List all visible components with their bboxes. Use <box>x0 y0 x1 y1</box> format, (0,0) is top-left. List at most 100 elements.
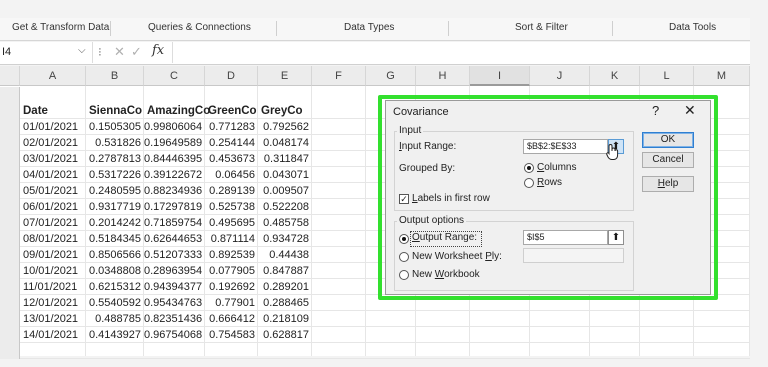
value-cell[interactable]: 0.4143927 <box>86 327 141 343</box>
ribbon-group-data-types[interactable]: Data Types <box>344 22 394 33</box>
row-header[interactable] <box>0 151 20 167</box>
value-cell[interactable]: 0.6215312 <box>86 279 141 295</box>
value-cell[interactable]: 0.77901 <box>205 295 255 311</box>
value-cell[interactable]: 0.525738 <box>205 199 255 215</box>
value-cell[interactable]: 0.84446395 <box>144 151 202 167</box>
grouped-columns-radio[interactable] <box>524 163 534 173</box>
row-header[interactable] <box>0 215 20 231</box>
row-header[interactable] <box>0 103 20 119</box>
name-box[interactable]: I4 ⌵ <box>0 42 93 63</box>
row-header[interactable] <box>0 119 20 135</box>
value-cell[interactable]: 0.192692 <box>205 279 255 295</box>
value-cell[interactable]: 0.043071 <box>258 167 309 183</box>
value-cell[interactable]: 0.871114 <box>205 231 255 247</box>
value-cell[interactable]: 0.254144 <box>205 135 255 151</box>
row-header[interactable] <box>0 343 20 359</box>
row-header[interactable] <box>0 183 20 199</box>
value-cell[interactable]: 0.82351436 <box>144 311 202 327</box>
row-header[interactable] <box>0 167 20 183</box>
column-header-k[interactable]: K <box>590 66 640 86</box>
value-cell[interactable]: 0.453673 <box>205 151 255 167</box>
row-header[interactable] <box>0 231 20 247</box>
value-cell[interactable]: 0.9317719 <box>86 199 141 215</box>
column-header-f[interactable]: F <box>312 66 366 86</box>
value-cell[interactable]: 0.17297819 <box>144 199 202 215</box>
date-cell[interactable]: 09/01/2021 <box>23 247 78 263</box>
cancel-button[interactable]: Cancel <box>642 152 694 168</box>
output-range-radio[interactable] <box>399 234 409 244</box>
value-cell[interactable]: 0.94394377 <box>144 279 202 295</box>
row-header[interactable] <box>0 135 20 151</box>
output-range-field[interactable]: $I$5 <box>523 230 608 245</box>
date-cell[interactable]: 04/01/2021 <box>23 167 78 183</box>
value-cell[interactable]: 0.95434763 <box>144 295 202 311</box>
header-cell[interactable]: SiennaCo <box>89 103 142 119</box>
value-cell[interactable]: 0.495695 <box>205 215 255 231</box>
column-header-j[interactable]: J <box>530 66 590 86</box>
column-header-c[interactable]: C <box>144 66 205 86</box>
column-header-i[interactable]: I <box>470 66 530 86</box>
value-cell[interactable]: 0.99806064 <box>144 119 202 135</box>
value-cell[interactable]: 0.19649589 <box>144 135 202 151</box>
value-cell[interactable]: 0.311847 <box>258 151 309 167</box>
help-button[interactable]: Help <box>642 176 694 192</box>
new-worksheet-ply-radio[interactable] <box>399 252 409 262</box>
value-cell[interactable]: 0.218109 <box>258 311 309 327</box>
value-cell[interactable]: 0.289201 <box>258 279 309 295</box>
date-cell[interactable]: 05/01/2021 <box>23 183 78 199</box>
value-cell[interactable]: 0.792562 <box>258 119 309 135</box>
row-header[interactable] <box>0 199 20 215</box>
date-cell[interactable]: 14/01/2021 <box>23 327 78 343</box>
select-all-corner[interactable] <box>0 66 20 86</box>
column-header-d[interactable]: D <box>205 66 258 86</box>
header-cell[interactable]: Date <box>23 103 48 119</box>
value-cell[interactable]: 0.0348808 <box>86 263 141 279</box>
value-cell[interactable]: 0.048174 <box>258 135 309 151</box>
collapse-output-icon[interactable]: ⬆ <box>608 230 624 245</box>
value-cell[interactable]: 0.2787813 <box>86 151 141 167</box>
ribbon-group-get-transform-data[interactable]: Get & Transform Data <box>12 22 109 33</box>
column-header-e[interactable]: E <box>258 66 312 86</box>
column-header-g[interactable]: G <box>366 66 416 86</box>
ribbon-group-data-tools[interactable]: Data Tools <box>669 22 716 33</box>
row-header[interactable] <box>0 327 20 343</box>
ribbon-group-queries-connections[interactable]: Queries & Connections <box>148 22 251 33</box>
chevron-down-icon[interactable]: ⌵ <box>78 45 86 56</box>
date-cell[interactable]: 06/01/2021 <box>23 199 78 215</box>
date-cell[interactable]: 03/01/2021 <box>23 151 78 167</box>
value-cell[interactable]: 0.288465 <box>258 295 309 311</box>
value-cell[interactable]: 0.077905 <box>205 263 255 279</box>
insert-function-button[interactable]: fx <box>152 43 164 58</box>
value-cell[interactable]: 0.289139 <box>205 183 255 199</box>
ribbon-group-sort-filter[interactable]: Sort & Filter <box>515 22 568 33</box>
value-cell[interactable]: 0.71859754 <box>144 215 202 231</box>
column-header-b[interactable]: B <box>86 66 144 86</box>
date-cell[interactable]: 07/01/2021 <box>23 215 78 231</box>
column-header-m[interactable]: M <box>694 66 750 86</box>
date-cell[interactable]: 10/01/2021 <box>23 263 78 279</box>
formula-input[interactable] <box>172 42 751 63</box>
column-header-l[interactable]: L <box>640 66 694 86</box>
value-cell[interactable]: 0.531826 <box>86 135 141 151</box>
cancel-entry-icon[interactable]: ✕ <box>114 44 125 60</box>
date-cell[interactable]: 11/01/2021 <box>23 279 77 295</box>
header-cell[interactable]: AmazingCo <box>147 103 210 119</box>
value-cell[interactable]: 0.06456 <box>205 167 255 183</box>
date-cell[interactable]: 12/01/2021 <box>23 295 78 311</box>
value-cell[interactable]: 0.2480595 <box>86 183 141 199</box>
value-cell[interactable]: 0.62644653 <box>144 231 202 247</box>
value-cell[interactable]: 0.488785 <box>86 311 141 327</box>
value-cell[interactable]: 0.28963954 <box>144 263 202 279</box>
close-icon[interactable]: ✕ <box>684 102 696 119</box>
row-header[interactable] <box>0 311 20 327</box>
row-header[interactable] <box>0 87 20 103</box>
value-cell[interactable]: 0.771283 <box>205 119 255 135</box>
date-cell[interactable]: 08/01/2021 <box>23 231 78 247</box>
value-cell[interactable]: 0.88234936 <box>144 183 202 199</box>
value-cell[interactable]: 0.5184345 <box>86 231 141 247</box>
ok-button[interactable]: OK <box>642 132 694 148</box>
value-cell[interactable]: 0.44438 <box>258 247 309 263</box>
column-header-a[interactable]: A <box>20 66 86 86</box>
value-cell[interactable]: 0.009507 <box>258 183 309 199</box>
date-cell[interactable]: 13/01/2021 <box>23 311 78 327</box>
